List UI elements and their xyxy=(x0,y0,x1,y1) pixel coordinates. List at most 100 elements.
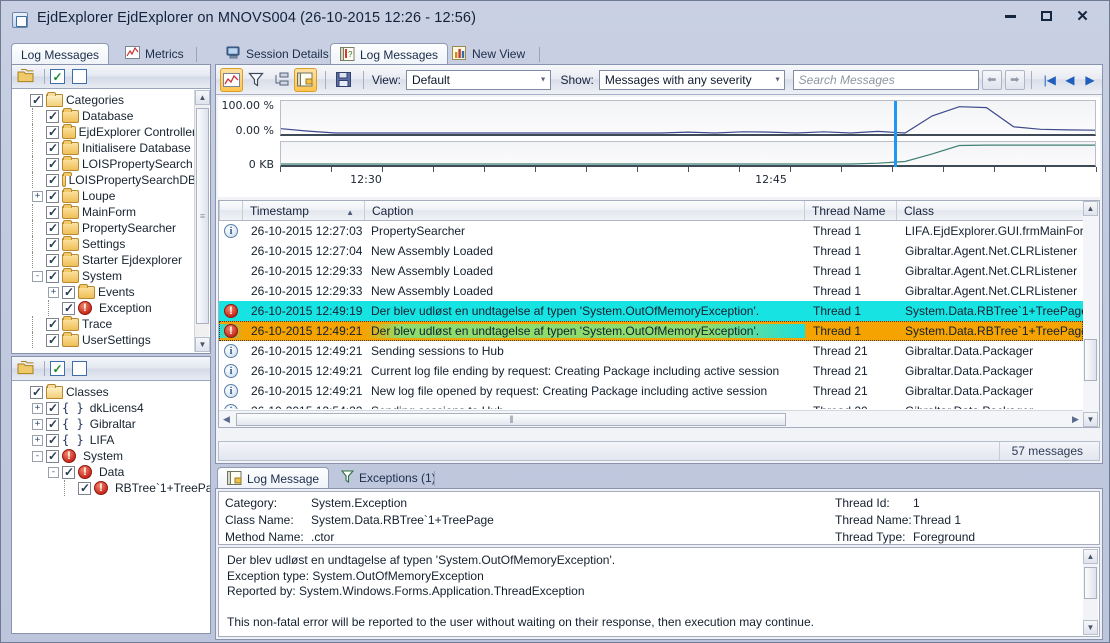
tree-expander[interactable]: + xyxy=(32,191,43,202)
table-row[interactable]: 26-10-2015 12:27:04New Assembly LoadedTh… xyxy=(219,241,1083,261)
tree-checkbox[interactable] xyxy=(46,318,59,331)
tree-node[interactable]: +{ }dkLicens4 xyxy=(12,400,210,416)
detail-scroll-thumb[interactable] xyxy=(1084,567,1097,599)
categories-scrollbar[interactable]: ▲ ▼ xyxy=(194,90,209,352)
scroll-down-icon[interactable]: ▼ xyxy=(195,337,210,352)
v-scroll-thumb[interactable] xyxy=(1084,339,1097,381)
tree-node[interactable]: +Events xyxy=(12,284,196,300)
tree-node[interactable]: -System xyxy=(12,448,210,464)
tree-checkbox[interactable] xyxy=(46,206,59,219)
tree-checkbox[interactable] xyxy=(62,466,75,479)
scroll-right-icon[interactable]: ▶ xyxy=(1068,414,1083,425)
tree-checkbox[interactable] xyxy=(30,94,43,107)
tree-checkbox[interactable] xyxy=(46,270,59,283)
tree-expander[interactable]: + xyxy=(48,287,59,298)
table-row[interactable]: 26-10-2015 12:29:33New Assembly LoadedTh… xyxy=(219,281,1083,301)
scroll-down-icon[interactable]: ▼ xyxy=(1083,412,1098,427)
minimize-button[interactable] xyxy=(994,5,1027,27)
chart-cursor[interactable] xyxy=(894,101,897,167)
categories-tree[interactable]: CategoriesDatabaseEjdExplorer Controller… xyxy=(12,89,196,353)
table-row[interactable]: 26-10-2015 12:27:03PropertySearcherThrea… xyxy=(219,221,1083,241)
column-header-thread[interactable]: Thread Name xyxy=(805,201,897,220)
table-row[interactable]: 26-10-2015 12:54:22Sending sessions to H… xyxy=(219,401,1083,409)
tree-checkbox[interactable] xyxy=(46,110,59,123)
tab-metrics[interactable]: Metrics xyxy=(116,43,193,65)
tree-checkbox[interactable] xyxy=(46,222,59,235)
tree-checkbox[interactable] xyxy=(30,386,43,399)
tree-checkbox[interactable] xyxy=(46,334,59,347)
column-header-icon[interactable] xyxy=(219,201,243,220)
tree-node[interactable]: LOISPropertySearchDB xyxy=(12,172,196,188)
tree-expander[interactable]: + xyxy=(32,419,43,430)
first-record-button[interactable]: |◀ xyxy=(1042,70,1058,90)
log-messages-grid[interactable]: Timestamp ▲ Caption Thread Name Class 26… xyxy=(218,200,1100,428)
detail-message-body[interactable]: Der blev udløst en undtagelse af typen '… xyxy=(218,547,1100,637)
table-row[interactable]: 26-10-2015 12:49:21Der blev udløst en un… xyxy=(219,321,1083,341)
scroll-up-icon[interactable]: ▲ xyxy=(195,90,210,105)
view-dropdown[interactable]: Default ▼ xyxy=(406,70,551,90)
details-toggle-button[interactable] xyxy=(294,68,317,92)
tree-checkbox[interactable] xyxy=(46,190,59,203)
scroll-left-icon[interactable]: ◀ xyxy=(219,414,234,425)
table-row[interactable]: 26-10-2015 12:29:33New Assembly LoadedTh… xyxy=(219,261,1083,281)
tree-node[interactable]: +{ }Gibraltar xyxy=(12,416,210,432)
check-all-icon[interactable]: ✓ xyxy=(50,69,65,84)
tree-node[interactable]: +{ }LIFA xyxy=(12,432,210,448)
tree-checkbox[interactable] xyxy=(46,402,59,415)
tree-checkbox[interactable] xyxy=(46,238,59,251)
tree-checkbox[interactable] xyxy=(46,434,59,447)
tree-expander[interactable]: - xyxy=(48,467,59,478)
scroll-up-icon[interactable]: ▲ xyxy=(1083,201,1098,216)
prev-record-button[interactable]: ◀ xyxy=(1062,70,1078,90)
scroll-up-icon[interactable]: ▲ xyxy=(1083,549,1098,564)
tree-checkbox[interactable] xyxy=(62,286,75,299)
grid-vertical-scrollbar[interactable]: ▲ ▼ xyxy=(1083,201,1099,427)
collapse-folders-icon[interactable] xyxy=(17,360,35,377)
tree-node[interactable]: Categories xyxy=(12,92,196,108)
table-row[interactable]: 26-10-2015 12:49:21New log file opened b… xyxy=(219,381,1083,401)
tree-checkbox[interactable] xyxy=(46,254,59,267)
grid-rows[interactable]: 26-10-2015 12:27:03PropertySearcherThrea… xyxy=(219,221,1083,409)
filter-button[interactable] xyxy=(245,68,268,92)
table-row[interactable]: 26-10-2015 12:49:21Sending sessions to H… xyxy=(219,341,1083,361)
group-button[interactable] xyxy=(270,68,293,92)
tree-checkbox[interactable] xyxy=(62,302,75,315)
detail-scrollbar[interactable]: ▲ ▼ xyxy=(1083,549,1098,635)
scroll-down-icon[interactable]: ▼ xyxy=(1083,620,1098,635)
tree-node[interactable]: Starter Ejdexplorer xyxy=(12,252,196,268)
column-header-class[interactable]: Class xyxy=(897,201,1110,220)
grid-horizontal-scrollbar[interactable]: ◀ ▶ xyxy=(219,410,1083,427)
tree-node[interactable]: LOISPropertySearch xyxy=(12,156,196,172)
close-button[interactable]: ✕ xyxy=(1066,5,1099,27)
tab-session-details[interactable]: Session Details xyxy=(217,43,338,65)
tab-log-messages-right[interactable]: ? Log Messages xyxy=(330,43,448,66)
tree-checkbox[interactable] xyxy=(46,450,59,463)
tree-node[interactable]: +Loupe xyxy=(12,188,196,204)
classes-tree[interactable]: Classes+{ }dkLicens4+{ }Gibraltar+{ }LIF… xyxy=(12,381,210,633)
maximize-button[interactable] xyxy=(1030,5,1063,27)
chart-toggle-button[interactable] xyxy=(220,68,243,92)
check-all-icon[interactable]: ✓ xyxy=(50,361,65,376)
next-record-button[interactable]: ▶ xyxy=(1082,70,1098,90)
tree-node[interactable]: PropertySearcher xyxy=(12,220,196,236)
show-dropdown[interactable]: Messages with any severity ▼ xyxy=(599,70,785,90)
tree-node[interactable]: UserSettings xyxy=(12,332,196,348)
back-button[interactable]: ⬅ xyxy=(982,70,1002,90)
tab-log-messages-left[interactable]: Log Messages xyxy=(11,43,109,66)
search-input[interactable]: Search Messages xyxy=(793,70,979,90)
tree-node[interactable]: Trace xyxy=(12,316,196,332)
column-header-caption[interactable]: Caption xyxy=(365,201,805,220)
tree-node[interactable]: Classes xyxy=(12,384,210,400)
collapse-folders-icon[interactable] xyxy=(17,68,35,85)
tab-new-view[interactable]: New View xyxy=(443,43,534,65)
tree-node[interactable]: Exception xyxy=(12,300,196,316)
tree-checkbox[interactable] xyxy=(46,174,59,187)
save-button[interactable] xyxy=(332,68,355,92)
tree-expander[interactable]: - xyxy=(32,451,43,462)
tree-node[interactable]: RBTree`1+TreePage xyxy=(12,480,210,496)
tree-checkbox[interactable] xyxy=(46,418,59,431)
table-row[interactable]: 26-10-2015 12:49:19Der blev udløst en un… xyxy=(219,301,1083,321)
tree-node[interactable]: MainForm xyxy=(12,204,196,220)
uncheck-all-icon[interactable] xyxy=(72,69,87,84)
tree-expander[interactable]: - xyxy=(32,271,43,282)
